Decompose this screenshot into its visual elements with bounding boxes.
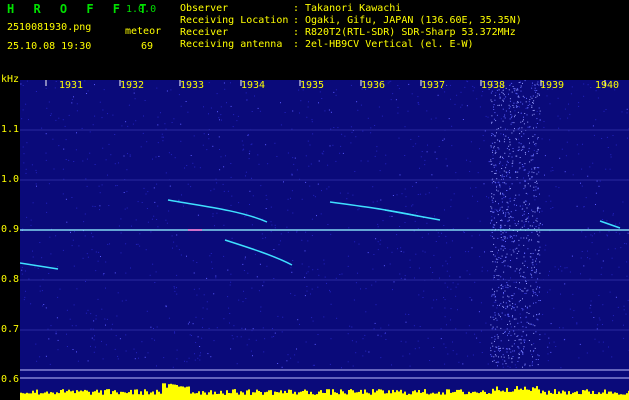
image-filename: 2510081930.png	[7, 22, 92, 33]
y-tick-label: 0.9	[1, 224, 20, 235]
capture-datetime: 25.10.08 19:30	[7, 41, 92, 52]
meteor-count: 69	[141, 41, 154, 52]
receiver-colon: :	[293, 27, 300, 38]
location-value: Ogaki, Gifu, JAPAN (136.60E, 35.35N)	[305, 15, 522, 26]
x-tick-label: 1934	[241, 80, 266, 91]
x-tick-label: 1932	[120, 80, 145, 91]
observer-value: Takanori Kawachi	[305, 3, 402, 14]
location-colon: :	[293, 15, 300, 26]
x-tick-label: 1933	[180, 80, 205, 91]
antenna-value: 2el-HB9CV Vertical (el. E-W)	[305, 39, 474, 50]
app-version: 1.0.0	[126, 4, 157, 15]
spectrogram-background	[20, 80, 629, 400]
y-tick-label: 0.6	[1, 374, 20, 385]
x-tick-label: 1936	[361, 80, 386, 91]
x-tick-label: 1938	[481, 80, 506, 91]
receiver-label: Receiver	[180, 27, 229, 38]
y-tick-label: 0.8	[1, 274, 20, 285]
x-tick-label: 1931	[59, 80, 84, 91]
meteor-label: meteor	[125, 26, 162, 37]
x-tick-label: 1937	[421, 80, 446, 91]
antenna-colon: :	[293, 39, 300, 50]
y-tick-label: 0.7	[1, 324, 20, 335]
antenna-label: Receiving antenna	[180, 39, 283, 50]
y-tick-label: 1.0	[1, 174, 20, 185]
header-panel: H R O F F T 1.0.0 2510081930.png 25.10.0…	[0, 0, 629, 74]
y-tick-label: 1.1	[1, 124, 20, 135]
x-tick-label: 1940	[595, 80, 620, 91]
x-tick-label: 1939	[540, 80, 565, 91]
y-axis-unit-label: kHz	[1, 74, 20, 85]
observer-colon: :	[293, 3, 300, 14]
spectrogram	[20, 80, 629, 400]
observer-label: Observer	[180, 3, 229, 14]
location-label: Receiving Location	[180, 15, 289, 26]
receiver-value: R820T2(RTL-SDR) SDR-Sharp 53.372MHz	[305, 27, 516, 38]
y-axis-panel	[0, 74, 20, 400]
x-tick-label: 1935	[300, 80, 325, 91]
